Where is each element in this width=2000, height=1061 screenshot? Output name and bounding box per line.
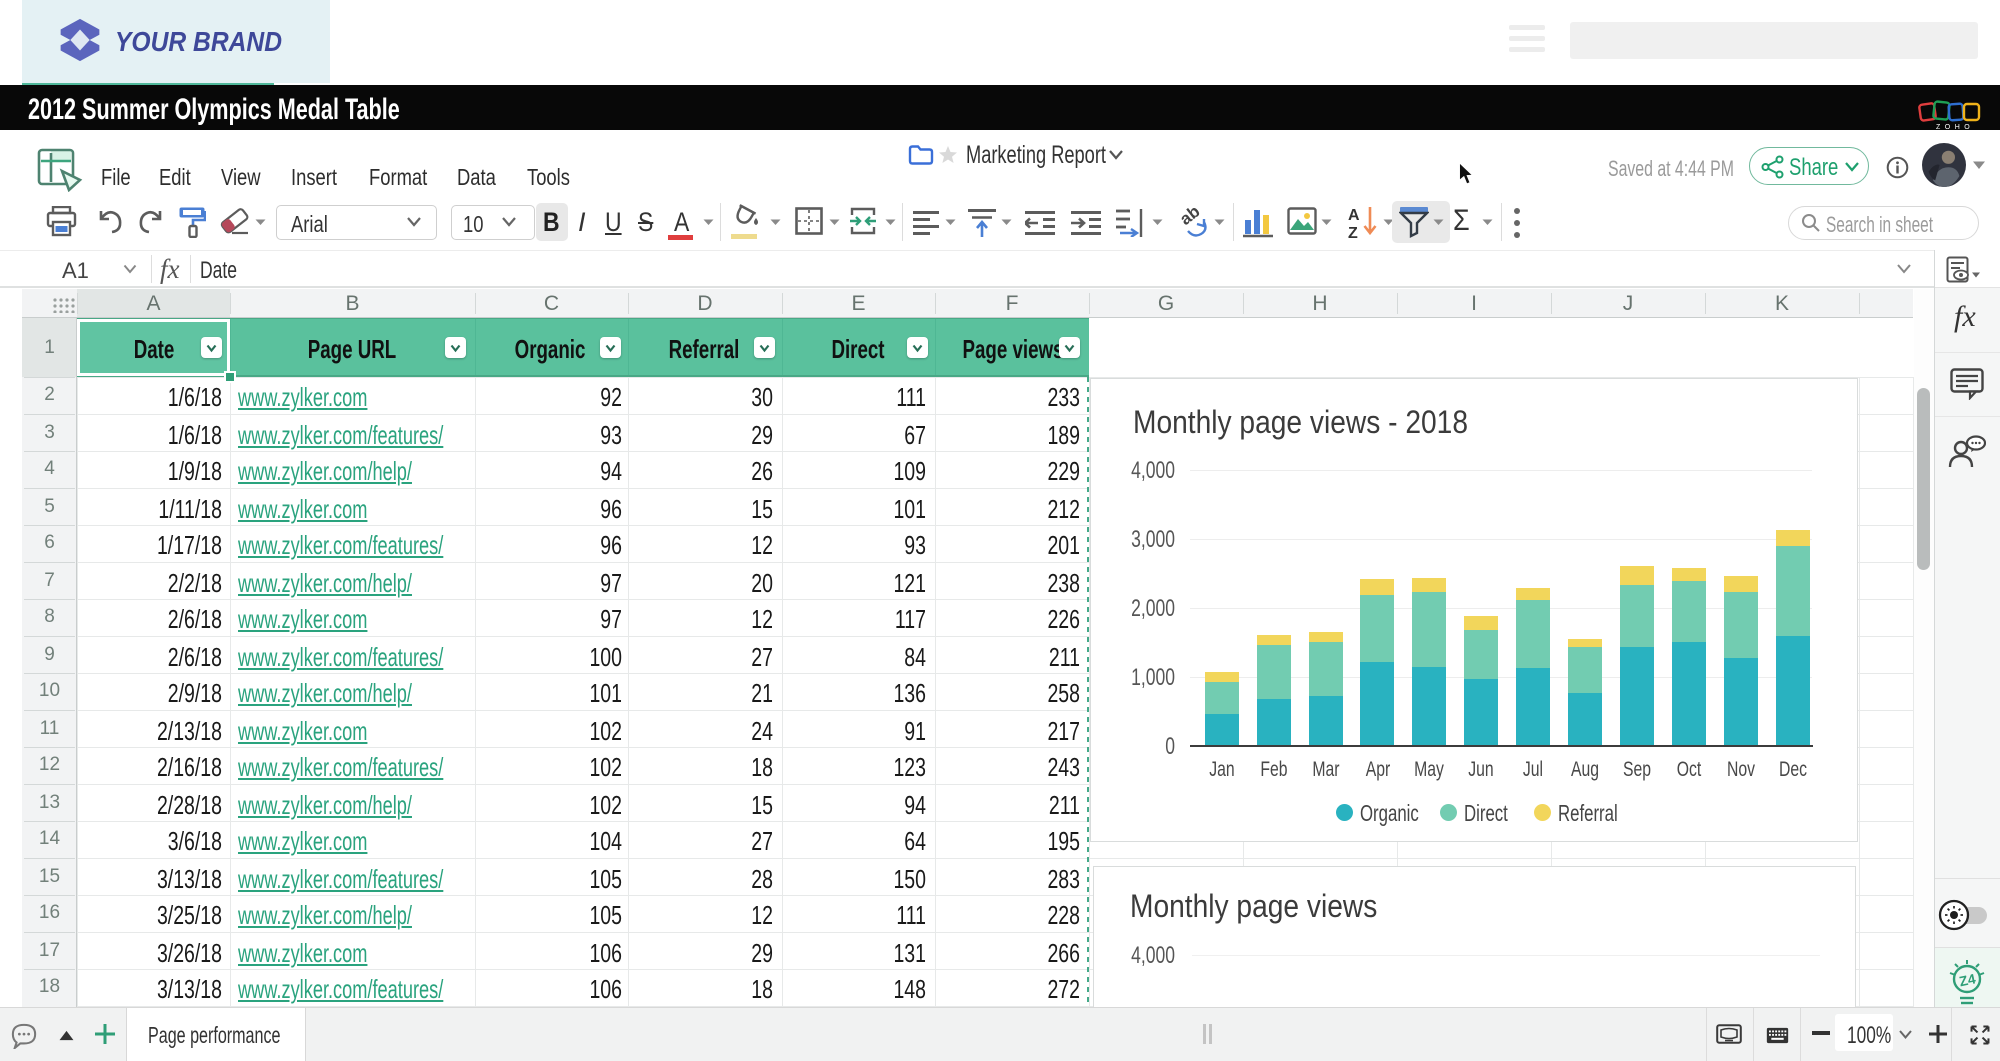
svg-text:A: A [1348, 207, 1360, 224]
svg-text:ZOHO: ZOHO [1936, 124, 1974, 130]
svg-text:Z: Z [1348, 225, 1358, 239]
svg-text:Z4: Z4 [1958, 970, 1978, 989]
